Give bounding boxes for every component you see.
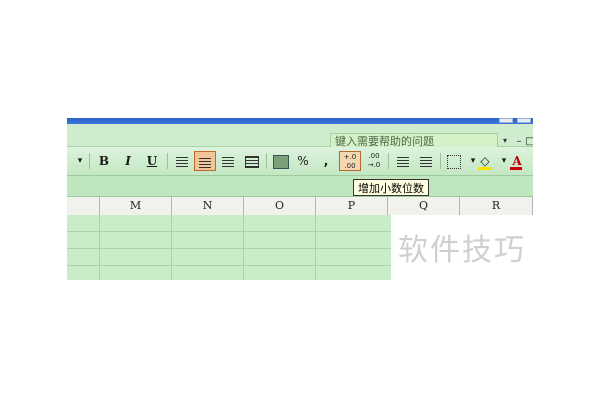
align-right-icon — [222, 156, 234, 167]
formula-bar[interactable] — [67, 176, 533, 197]
grid-line — [243, 215, 244, 280]
align-left-button[interactable] — [171, 151, 193, 171]
align-center-button[interactable] — [194, 151, 216, 171]
watermark-text: 软件技巧 — [398, 233, 526, 268]
increase-indent-icon — [420, 156, 432, 167]
column-header-prev[interactable] — [67, 197, 100, 215]
percent-style-button[interactable]: % — [293, 151, 313, 171]
borders-icon — [447, 154, 461, 169]
grid-line — [315, 215, 316, 280]
currency-icon — [273, 154, 289, 169]
increase-indent-button[interactable] — [415, 151, 437, 171]
comma-style-button[interactable]: , — [317, 151, 335, 171]
toolbar-separator — [388, 153, 389, 169]
menu-bar: 键入需要帮助的问题 ▾ – □ — [67, 124, 533, 149]
toolbar-separator — [89, 153, 90, 169]
fill-color-button[interactable]: ◇ — [475, 151, 495, 171]
font-color-button[interactable]: A — [507, 151, 527, 171]
decrease-decimal-bottom-label: →.0 — [367, 161, 381, 169]
align-left-icon — [176, 156, 188, 167]
increase-decimal-tooltip: 增加小数位数 — [353, 179, 429, 196]
grid-line — [171, 215, 172, 280]
decrease-decimal-top-label: .00 — [368, 152, 380, 160]
toolbar-separator — [167, 153, 168, 169]
merge-center-icon — [245, 155, 259, 168]
increase-decimal-button[interactable]: +.0 .00 — [339, 151, 361, 171]
decrease-indent-icon — [397, 156, 409, 167]
merge-center-button[interactable] — [241, 151, 263, 171]
currency-style-button[interactable] — [270, 151, 292, 171]
minimize-button[interactable] — [499, 118, 513, 123]
increase-decimal-bottom-label: .00 — [344, 162, 356, 170]
toolbar-separator — [440, 153, 441, 169]
font-color-swatch — [510, 167, 522, 170]
formatting-toolbar: ▾ B I U % , +.0 .00 .00 →.0 ▾ ◇ ▾ A — [67, 147, 533, 176]
increase-decimal-top-label: +.0 — [343, 153, 357, 161]
toolbar-separator — [266, 153, 267, 169]
restore-button[interactable] — [517, 118, 531, 123]
underline-button[interactable]: U — [143, 151, 161, 171]
column-header-m[interactable]: M — [100, 197, 172, 215]
decrease-indent-button[interactable] — [392, 151, 414, 171]
grid-line — [99, 215, 100, 280]
column-header-q[interactable]: Q — [388, 197, 460, 215]
font-color-icon: A — [512, 154, 522, 168]
decrease-decimal-button[interactable]: .00 →.0 — [363, 151, 385, 171]
bold-button[interactable]: B — [95, 151, 113, 171]
column-header-row: M N O P Q R — [67, 197, 533, 216]
fill-color-swatch — [478, 167, 492, 170]
column-header-o[interactable]: O — [244, 197, 316, 215]
italic-button[interactable]: I — [119, 151, 137, 171]
align-center-icon — [199, 157, 211, 168]
column-header-n[interactable]: N — [172, 197, 244, 215]
column-header-p[interactable]: P — [316, 197, 388, 215]
font-size-dropdown-icon[interactable]: ▾ — [75, 151, 85, 171]
paint-bucket-icon: ◇ — [480, 154, 490, 168]
borders-button[interactable] — [444, 151, 464, 171]
column-header-r[interactable]: R — [460, 197, 533, 215]
align-right-button[interactable] — [217, 151, 239, 171]
